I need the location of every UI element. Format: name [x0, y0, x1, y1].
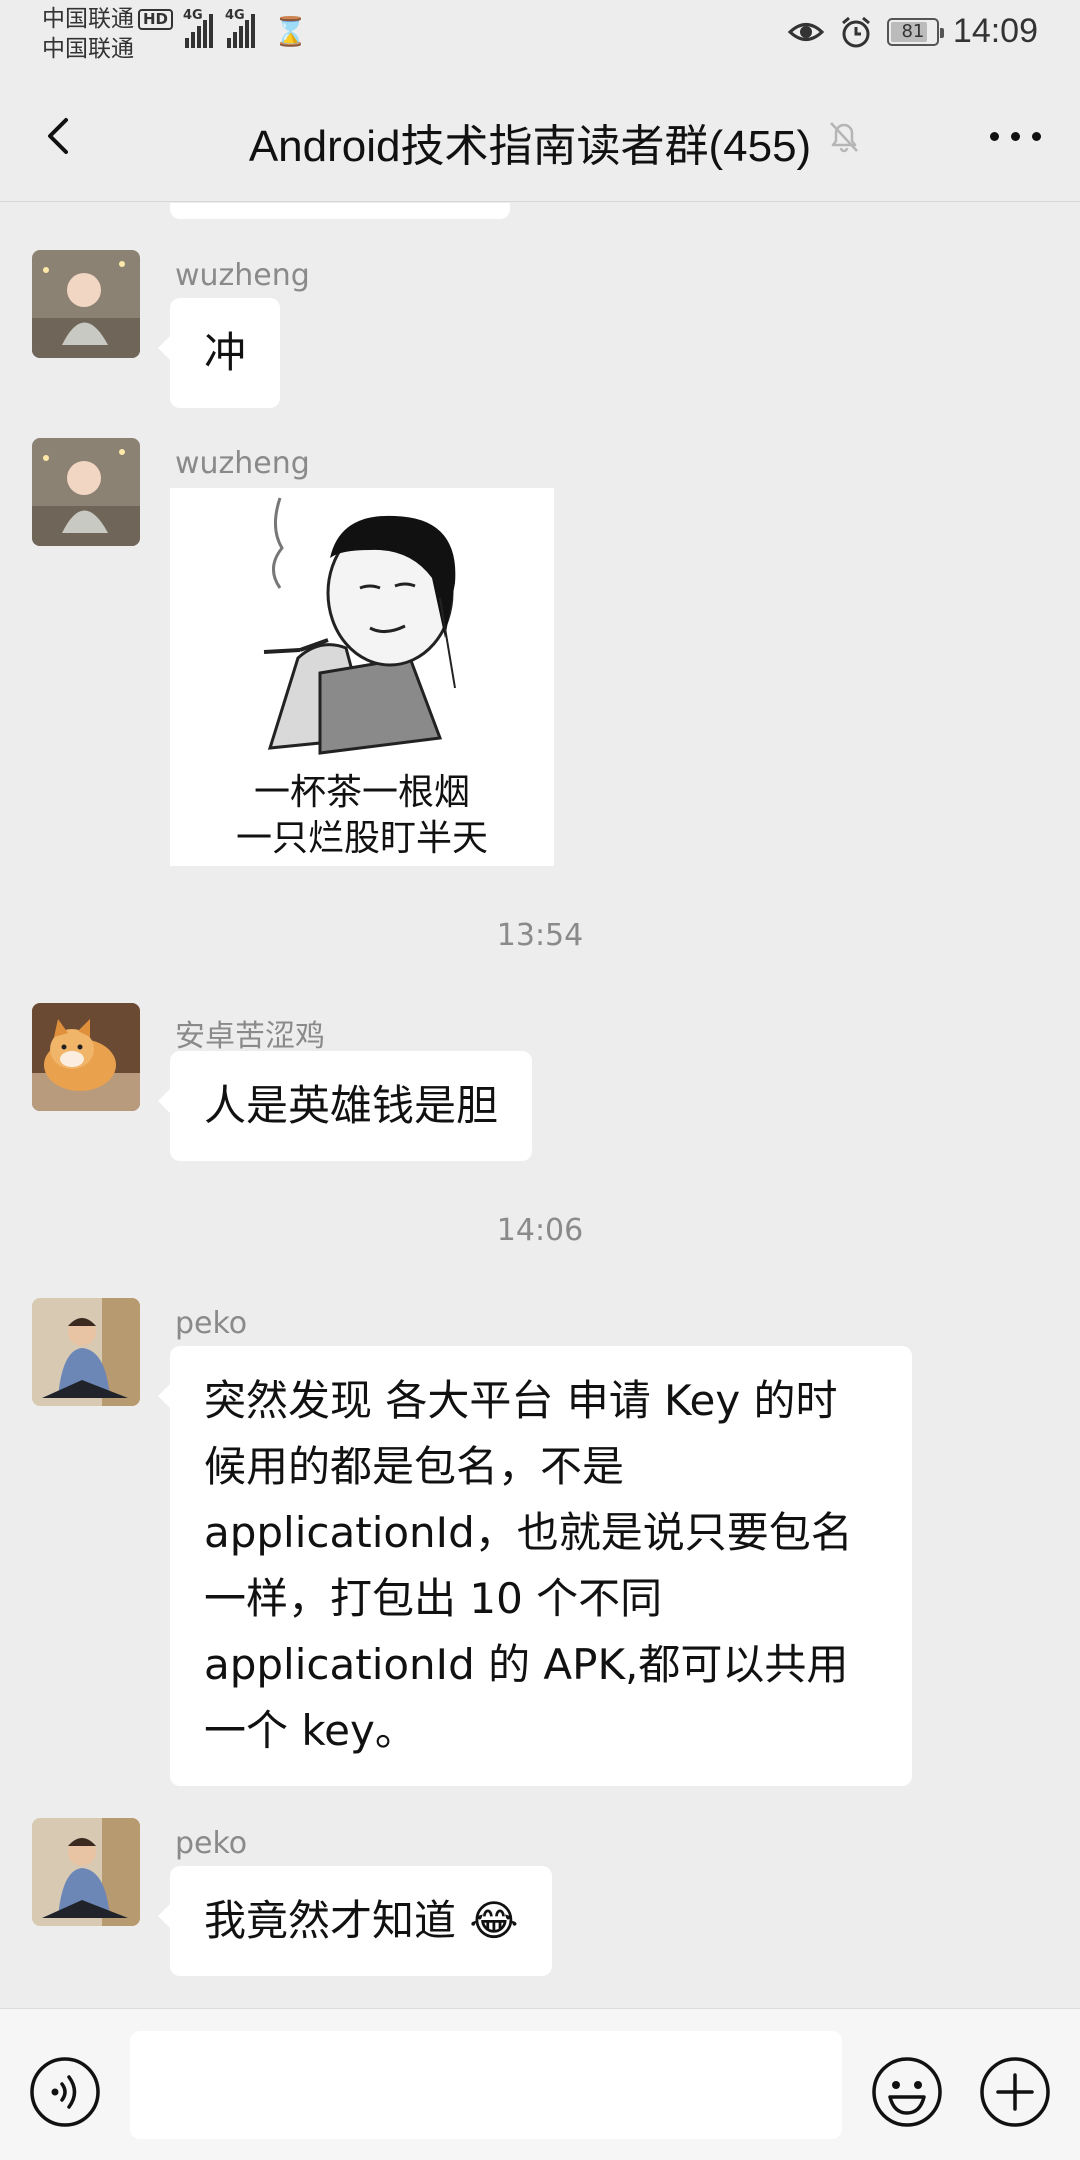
- person-avatar-image: [32, 1298, 140, 1406]
- sender-name: peko: [175, 1826, 248, 1861]
- network-type-2: 4G: [225, 8, 245, 23]
- emoji-icon[interactable]: [870, 2055, 944, 2129]
- hd-badge: HD: [138, 8, 174, 30]
- sticker-caption-line-1: 一杯茶一根烟: [253, 772, 470, 813]
- signal-icon: 4G: [183, 8, 213, 48]
- more-options-button[interactable]: [980, 116, 1050, 156]
- battery-icon: 81: [886, 17, 944, 46]
- dog-avatar-image: [32, 1003, 140, 1111]
- avatar[interactable]: [32, 250, 140, 358]
- previous-message-bubble: [170, 203, 510, 219]
- timestamp: 14:06: [496, 1213, 584, 1248]
- dot-icon: [1031, 131, 1041, 141]
- signal-indicators: 4G 4G ⌛: [183, 8, 308, 48]
- person-avatar-image: [32, 1818, 140, 1926]
- plus-icon[interactable]: [978, 2055, 1052, 2129]
- message-list[interactable]: wuzheng 冲 wuzheng 一杯茶一根烟 一只烂股盯半天 13:54 安…: [0, 203, 1080, 2008]
- network-type-1: 4G: [183, 8, 203, 23]
- mute-bell-icon: [830, 122, 858, 153]
- message-bubble[interactable]: 突然发现 各大平台 申请 Key 的时候用的都是包名，不是 applicatio…: [158, 1346, 912, 1786]
- voice-input-icon[interactable]: [28, 2055, 102, 2129]
- message-bubble[interactable]: 人是英雄钱是胆: [157, 1051, 533, 1161]
- message-bubble[interactable]: 冲: [157, 298, 281, 408]
- timestamp: 13:54: [496, 918, 584, 953]
- dot-icon: [1010, 131, 1020, 141]
- message-bubble[interactable]: 我竟然才知道 😂: [157, 1866, 553, 1976]
- carrier-1-name: 中国联通: [42, 6, 134, 32]
- baby-avatar-image: [32, 250, 140, 358]
- chat-header: Android技术指南读者群(455): [0, 70, 1080, 202]
- status-bar: 中国联通 HD 中国联通 4G 4G ⌛ 81 14:09: [0, 0, 1080, 70]
- sender-name: wuzheng: [175, 446, 310, 481]
- sticker-caption-line-2: 一只烂股盯半天: [235, 818, 488, 859]
- input-bar: [0, 2008, 1080, 2160]
- dot-icon: [989, 131, 999, 141]
- sender-name: 安卓苦涩鸡: [175, 1019, 325, 1054]
- sticker-caption: 一杯茶一根烟 一只烂股盯半天: [170, 770, 554, 862]
- avatar[interactable]: [32, 1003, 140, 1111]
- status-right: 81 14:09: [787, 12, 1038, 51]
- avatar[interactable]: [32, 1818, 140, 1926]
- battery-level: 81: [901, 20, 925, 42]
- status-time: 14:09: [952, 12, 1038, 50]
- sender-name: peko: [175, 1306, 248, 1341]
- hourglass-icon: ⌛: [273, 15, 308, 48]
- meme-cartoon-image: [263, 497, 456, 755]
- avatar[interactable]: [32, 1298, 140, 1406]
- eye-comfort-icon: [787, 22, 825, 41]
- avatar[interactable]: [32, 438, 140, 546]
- chat-title: Android技术指南读者群(455): [248, 122, 812, 171]
- signal-icon: 4G: [225, 8, 255, 48]
- baby-avatar-image: [32, 438, 140, 546]
- sender-name: wuzheng: [175, 258, 310, 293]
- message-input[interactable]: [130, 2031, 842, 2139]
- sticker-image[interactable]: 一杯茶一根烟 一只烂股盯半天: [170, 488, 554, 866]
- carrier-info: 中国联通 HD 中国联通: [42, 4, 174, 64]
- alarm-icon: [841, 16, 870, 47]
- carrier-2-name: 中国联通: [42, 36, 134, 62]
